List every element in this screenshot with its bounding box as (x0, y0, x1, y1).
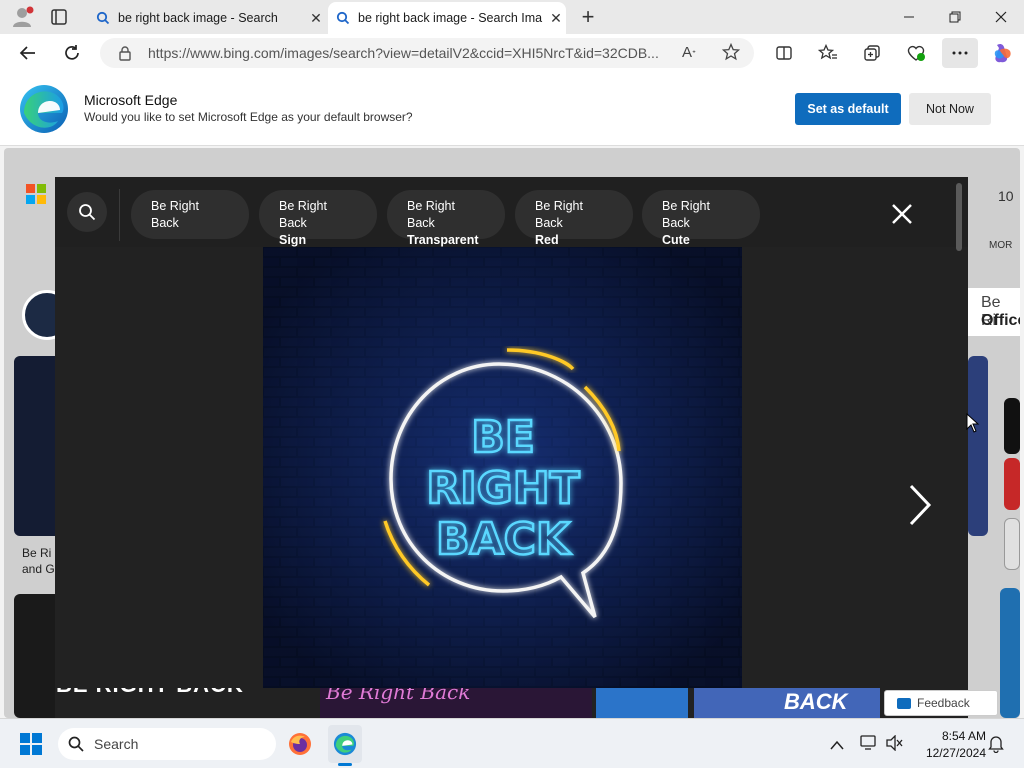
neon-text-line-2: RIGHT (426, 463, 579, 514)
windows-taskbar: Search 8:54 AM 12/27/2024 (0, 718, 1024, 768)
network-icon[interactable] (860, 735, 878, 751)
browser-essentials-icon[interactable] (900, 38, 932, 68)
favorite-star-icon[interactable] (721, 42, 741, 66)
neon-sign-image: BE RIGHT BACK (263, 247, 742, 688)
address-bar[interactable]: https://www.bing.com/images/search?view=… (100, 38, 754, 68)
edge-taskbar-icon[interactable] (328, 725, 362, 763)
search-icon (328, 11, 358, 25)
clock-time[interactable]: 8:54 AM (926, 729, 986, 743)
search-icon (68, 736, 84, 752)
result-tile-right-3[interactable] (1004, 458, 1020, 510)
result-count: 10 (998, 188, 1014, 204)
lock-icon[interactable] (118, 46, 132, 66)
windows-start-icon[interactable] (20, 733, 42, 755)
favorites-icon[interactable] (812, 38, 844, 68)
tab-label: be right back image - Search Ima (358, 11, 543, 25)
tab-strip: be right back image - Search ✕ be right … (0, 0, 1024, 34)
related-chip-4[interactable]: Be Right Back Red (515, 190, 633, 247)
default-browser-infobar: Microsoft Edge Would you like to set Mic… (0, 72, 1024, 146)
show-hidden-icons-icon[interactable] (830, 737, 844, 750)
chip-line-1: Be Right Back (407, 199, 455, 230)
split-screen-icon[interactable] (768, 38, 800, 68)
tab-search-1[interactable]: be right back image - Search ✕ (88, 2, 326, 34)
chip-line-1: Be Right Back (151, 199, 199, 230)
search-icon (79, 204, 96, 221)
chip-line-1: Be Right Back (662, 199, 710, 230)
new-tab-icon[interactable]: + (574, 4, 602, 30)
more-options-icon[interactable] (942, 38, 978, 68)
volume-muted-icon[interactable] (886, 734, 904, 752)
taskbar-search-box[interactable]: Search (58, 728, 276, 760)
close-tab-icon[interactable]: ✕ (546, 10, 566, 27)
close-tab-icon[interactable]: ✕ (306, 10, 326, 27)
more-filters-link[interactable]: MOR (989, 240, 1012, 251)
mouse-cursor-icon (966, 412, 980, 433)
close-viewer-icon[interactable] (887, 199, 917, 229)
related-chip-3[interactable]: Be Right Back Transparent (387, 190, 505, 247)
result-tile-right-5[interactable] (1000, 588, 1020, 718)
feedback-button[interactable]: Feedback (884, 690, 998, 716)
minimize-icon[interactable] (886, 0, 932, 34)
neon-text-line-1: BE (471, 412, 535, 463)
clock-date[interactable]: 12/27/2024 (916, 746, 986, 760)
result-tile-right-4[interactable] (1004, 518, 1020, 570)
tab-actions-icon[interactable] (50, 8, 70, 26)
result-caption-1[interactable]: Be Ri (22, 546, 51, 560)
search-button[interactable] (67, 192, 107, 232)
infobar-title: Microsoft Edge (84, 92, 178, 108)
not-now-button[interactable]: Not Now (909, 93, 991, 125)
close-window-icon[interactable] (978, 0, 1024, 34)
feedback-icon (897, 697, 911, 709)
copilot-icon[interactable] (986, 38, 1018, 68)
set-as-default-button[interactable]: Set as default (795, 93, 901, 125)
related-chip-5[interactable]: Be Right Back Cute (642, 190, 760, 247)
modal-scrollbar[interactable] (956, 183, 962, 251)
bottom-tile-4-text[interactable]: BACK (784, 689, 848, 715)
chip-line-1: Be Right Back (535, 199, 583, 230)
tab-label: be right back image - Search (118, 11, 278, 25)
related-chip-1[interactable]: Be Right Back (131, 190, 249, 239)
refresh-icon[interactable] (56, 38, 88, 68)
main-image[interactable]: BE RIGHT BACK (263, 247, 742, 688)
search-icon (88, 11, 118, 25)
restore-icon[interactable] (932, 0, 978, 34)
header-divider (119, 189, 120, 241)
neon-text-line-3: BACK (436, 514, 572, 565)
notifications-bell-icon[interactable] (988, 735, 1004, 754)
related-chip-2[interactable]: Be Right Back Sign (259, 190, 377, 247)
microsoft-logo-icon (26, 184, 46, 204)
url-text[interactable]: https://www.bing.com/images/search?view=… (148, 45, 668, 61)
next-image-icon[interactable] (903, 482, 933, 528)
collections-icon[interactable] (856, 38, 888, 68)
chip-line-1: Be Right Back (279, 199, 327, 230)
modal-header: Be Right Back Be Right Back Sign Be Righ… (55, 177, 968, 251)
firefox-icon[interactable] (288, 732, 312, 756)
result-tile-right[interactable] (968, 356, 988, 536)
image-viewer-modal: Be Right Back Be Right Back Sign Be Righ… (55, 177, 968, 688)
feedback-label: Feedback (917, 696, 970, 710)
infobar-message: Would you like to set Microsoft Edge as … (84, 110, 413, 124)
result-tile-right-2[interactable] (1004, 398, 1020, 454)
related-search-line-2: Office (981, 312, 1020, 329)
bottom-tile-3[interactable] (596, 688, 688, 718)
tab-search-2[interactable]: be right back image - Search Ima ✕ (328, 2, 566, 34)
active-app-indicator (338, 763, 352, 766)
taskbar-search-placeholder: Search (94, 736, 139, 752)
back-icon[interactable] (12, 38, 44, 68)
edge-logo-icon (18, 83, 70, 135)
result-caption-2[interactable]: and G (22, 562, 55, 576)
browser-toolbar: https://www.bing.com/images/search?view=… (0, 34, 1024, 72)
read-aloud-icon[interactable]: Aᐩ (682, 44, 696, 61)
profile-avatar-icon[interactable] (10, 6, 34, 28)
